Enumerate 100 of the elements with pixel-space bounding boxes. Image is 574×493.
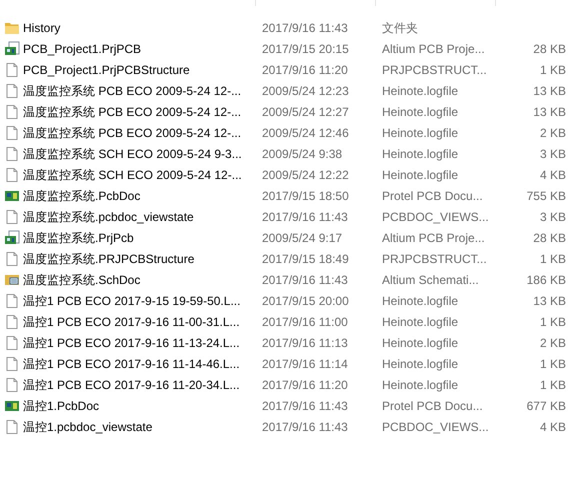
file-type: Heinote.logfile [382,82,460,100]
document-icon [4,124,20,140]
file-row[interactable]: 温控1 PCB ECO 2017-9-16 11-14-46.L... 2017/9/16 11:14 Heinote.logfile 1 KB [0,353,574,374]
file-type: PCBDOC_VIEWS... [382,208,490,226]
modified-date: 2017/9/16 11:20 [262,62,349,78]
file-size: 1 KB [540,356,566,372]
file-name: PCB_Project1.PrjPCB [23,40,142,58]
file-name: History [23,20,60,36]
document-icon [4,356,20,372]
document-icon [4,208,20,224]
file-size: 28 KB [533,230,566,246]
file-name: 温度监控系统 PCB ECO 2009-5-24 12-... [23,124,242,142]
file-size: 755 KB [526,188,566,204]
document-icon [4,104,20,120]
file-name: 温控1.pcbdoc_viewstate [23,418,152,436]
file-row[interactable]: 温度监控系统 PCB ECO 2009-5-24 12-... 2009/5/24 12:27 Heinote.logfile 13 KB [0,101,574,122]
file-type: Altium PCB Proje... [382,40,486,58]
file-type: Heinote.logfile [382,356,460,372]
file-name: 温控1 PCB ECO 2017-9-16 11-20-34.L... [23,376,240,394]
file-row[interactable]: 温度监控系统.pcbdoc_viewstate 2017/9/16 11:43 PCBDOC_VIEWS... 3 KB [0,206,574,227]
file-name: 温控1 PCB ECO 2017-9-16 11-00-31.L... [23,314,240,330]
file-size: 1 KB [540,250,566,268]
file-size: 2 KB [540,334,566,352]
file-type: Heinote.logfile [382,166,460,184]
file-name: 温度监控系统.PcbDoc [23,188,140,204]
file-row[interactable]: 温度监控系统 PCB ECO 2009-5-24 12-... 2009/5/24 12:23 Heinote.logfile 13 KB [0,80,574,101]
document-icon [4,146,20,162]
file-type: Altium PCB Proje... [382,230,486,246]
document-icon [4,82,20,98]
file-type: Heinote.logfile [382,376,460,394]
file-row[interactable]: 温度监控系统.PcbDoc 2017/9/15 18:50 Protel PCB Docu... 755 KB [0,185,574,206]
file-row[interactable]: 温度监控系统 SCH ECO 2009-5-24 12-... 2009/5/24 12:22 Heinote.logfile 4 KB [0,164,574,185]
file-size: 13 KB [533,104,566,120]
modified-date: 2017/9/16 11:43 [262,398,349,414]
file-row[interactable]: 温度监控系统.PRJPCBStructure 2017/9/15 18:49 PRJPCBSTRUCT... 1 KB [0,248,574,269]
modified-date: 2017/9/16 11:43 [262,20,349,36]
file-size: 1 KB [540,376,566,394]
document-icon [4,166,20,182]
file-row[interactable]: 温控1.PcbDoc 2017/9/16 11:43 Protel PCB Docu... 677 KB [0,395,574,416]
file-type: Protel PCB Docu... [382,398,484,414]
modified-date: 2017/9/16 11:43 [262,208,349,226]
file-name: 温控1 PCB ECO 2017-9-16 11-13-24.L... [23,334,240,352]
file-row[interactable]: 温度监控系统 SCH ECO 2009-5-24 9-3... 2009/5/24 9:38 Heinote.logfile 3 KB [0,143,574,164]
modified-date: 2017/9/16 11:00 [262,314,349,330]
file-type: Heinote.logfile [382,124,460,142]
file-name: 温度监控系统 PCB ECO 2009-5-24 12-... [23,82,242,100]
document-icon [4,292,20,308]
file-name: 温控1.PcbDoc [23,398,100,414]
modified-date: 2017/9/15 20:15 [262,40,350,58]
file-size: 186 KB [526,272,566,288]
modified-date: 2017/9/16 11:43 [262,418,349,436]
file-size: 13 KB [533,82,566,100]
file-row[interactable]: 温度监控系统.PrjPcb 2009/5/24 9:17 Altium PCB Proje... 28 KB [0,227,574,248]
file-size: 3 KB [540,208,566,226]
modified-date: 2009/5/24 9:17 [262,230,344,246]
modified-date: 2009/5/24 12:27 [262,104,350,120]
document-icon [4,250,20,266]
file-name: 温度监控系统.pcbdoc_viewstate [23,208,194,226]
file-size: 1 KB [540,314,566,330]
modified-date: 2009/5/24 12:23 [262,82,350,100]
file-size: 4 KB [540,418,566,436]
file-type: Heinote.logfile [382,104,460,120]
file-name: 温度监控系统.PrjPcb [23,230,134,246]
circuit-board-icon [4,230,20,246]
file-row[interactable]: 温控1 PCB ECO 2017-9-15 19-59-50.L... 2017/9/15 20:00 Heinote.logfile 13 KB [0,290,574,311]
file-name: 温度监控系统.PRJPCBStructure [23,250,194,268]
modified-date: 2009/5/24 9:38 [262,146,344,162]
file-type: PRJPCBSTRUCT... [382,62,488,78]
file-size: 13 KB [533,292,566,310]
file-row[interactable]: 温控1 PCB ECO 2017-9-16 11-13-24.L... 2017/9/16 11:13 Heinote.logfile 2 KB [0,332,574,353]
document-icon [4,376,20,392]
modified-date: 2017/9/15 18:49 [262,250,350,268]
file-type: Altium Schemati... [382,272,480,288]
file-type: Heinote.logfile [382,292,460,310]
file-name: PCB_Project1.PrjPCBStructure [23,62,190,78]
file-row[interactable]: 温度监控系统.SchDoc 2017/9/16 11:43 Altium Schemati... 186 KB [0,269,574,290]
file-type: Heinote.logfile [382,146,460,162]
file-size: 28 KB [533,40,566,58]
circuit-board-icon [4,40,20,56]
modified-date: 2017/9/16 11:14 [262,356,349,372]
file-type: 文件夹 [382,20,419,36]
file-row[interactable]: 温控1 PCB ECO 2017-9-16 11-20-34.L... 2017/9/16 11:20 Heinote.logfile 1 KB [0,374,574,395]
modified-date: 2017/9/16 11:13 [262,334,349,352]
file-row[interactable]: PCB_Project1.PrjPCB 2017/9/15 20:15 Altium PCB Proje... 28 KB [0,38,574,59]
file-name: 温度监控系统.SchDoc [23,272,140,288]
file-type: Heinote.logfile [382,314,460,330]
file-name: 温度监控系统 SCH ECO 2009-5-24 12-... [23,166,242,184]
document-icon [4,62,20,78]
file-row[interactable]: 温控1 PCB ECO 2017-9-16 11-00-31.L... 2017/9/16 11:00 Heinote.logfile 1 KB [0,311,574,332]
modified-date: 2017/9/16 11:43 [262,272,349,288]
file-row[interactable]: 温度监控系统 PCB ECO 2009-5-24 12-... 2009/5/24 12:46 Heinote.logfile 2 KB [0,122,574,143]
file-type: PCBDOC_VIEWS... [382,418,490,436]
document-icon [4,418,20,434]
file-row[interactable]: 温控1.pcbdoc_viewstate 2017/9/16 11:43 PCBDOC_VIEWS... 4 KB [0,416,574,437]
file-row[interactable]: PCB_Project1.PrjPCBStructure 2017/9/16 11:20 PRJPCBSTRUCT... 1 KB [0,59,574,80]
file-row[interactable]: History 2017/9/16 11:43 文件夹 [0,17,574,38]
file-size: 677 KB [526,398,566,414]
file-name: 温度监控系统 SCH ECO 2009-5-24 9-3... [23,146,242,162]
file-name: 温度监控系统 PCB ECO 2009-5-24 12-... [23,104,242,120]
modified-date: 2009/5/24 12:46 [262,124,350,142]
